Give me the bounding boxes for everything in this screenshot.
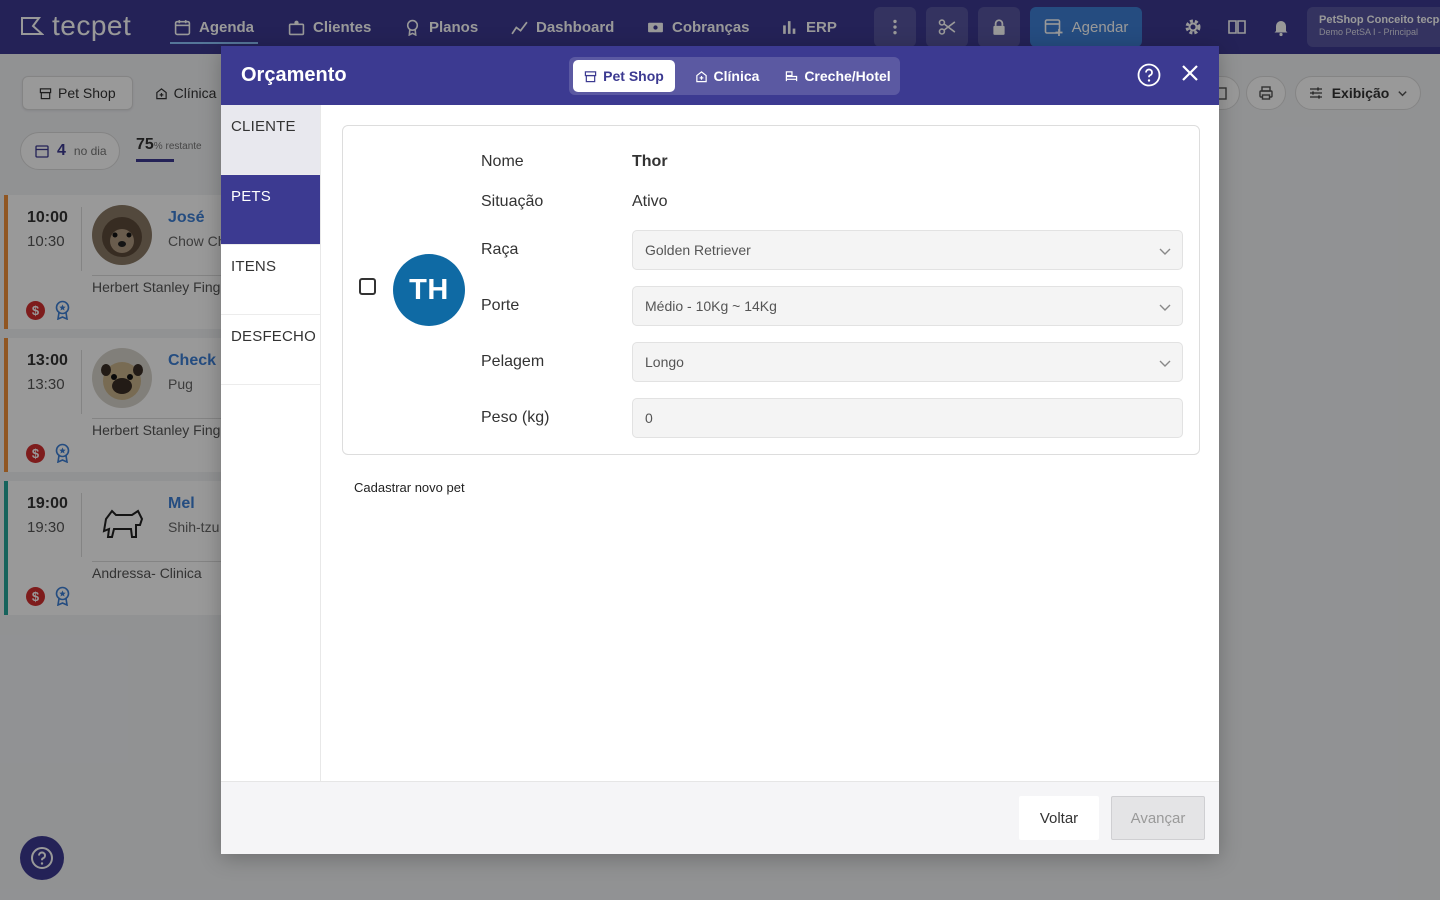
- situacao-value: Ativo: [632, 193, 668, 210]
- avancar-button[interactable]: Avançar: [1111, 796, 1205, 840]
- raca-label: Raça: [481, 241, 519, 258]
- hotel-bed-icon: [786, 70, 798, 81]
- pets-step-content: TH Nome Thor Situação Ativo Raça Golden …: [322, 105, 1219, 781]
- nome-value: Thor: [632, 153, 668, 170]
- peso-input[interactable]: 0: [632, 398, 1183, 438]
- service-segmented-control: Pet Shop Clínica Creche/Hotel: [569, 57, 900, 95]
- chevron-down-icon: [1159, 304, 1171, 311]
- modal-footer: Voltar Avançar: [221, 781, 1219, 854]
- store-icon: [584, 70, 597, 82]
- pelagem-label: Pelagem: [481, 353, 545, 370]
- pelagem-select[interactable]: Longo: [632, 342, 1183, 382]
- step-cliente[interactable]: CLIENTE: [221, 105, 320, 175]
- pet-select-checkbox[interactable]: [359, 278, 376, 295]
- pet-avatar: TH: [393, 254, 465, 326]
- wizard-steps: CLIENTE PETS ITENS DESFECHO: [221, 105, 321, 781]
- segment-pet-shop-label: Pet Shop: [603, 68, 664, 84]
- segment-clinica[interactable]: Clínica: [679, 60, 775, 92]
- situacao-label: Situação: [481, 193, 544, 210]
- peso-label: Peso (kg): [481, 409, 550, 426]
- voltar-button[interactable]: Voltar: [1019, 796, 1099, 840]
- close-icon[interactable]: [1181, 64, 1199, 82]
- step-desfecho[interactable]: DESFECHO: [221, 315, 320, 385]
- modal-header: Orçamento Pet Shop Clínica Creche/Hotel: [221, 46, 1219, 105]
- porte-selected-value: Médio - 10Kg ~ 14Kg: [645, 298, 777, 314]
- segment-clinica-label: Clínica: [713, 68, 760, 84]
- raca-select[interactable]: Golden Retriever: [632, 230, 1183, 270]
- new-pet-link[interactable]: Cadastrar novo pet: [354, 480, 465, 495]
- segment-creche-hotel-label: Creche/Hotel: [804, 68, 891, 84]
- porte-label: Porte: [481, 297, 520, 314]
- segment-pet-shop[interactable]: Pet Shop: [573, 60, 675, 92]
- raca-selected-value: Golden Retriever: [645, 242, 751, 258]
- step-pets[interactable]: PETS: [221, 175, 320, 245]
- porte-select[interactable]: Médio - 10Kg ~ 14Kg: [632, 286, 1183, 326]
- hospital-icon: [695, 70, 707, 82]
- nome-label: Nome: [481, 153, 524, 170]
- modal-title: Orçamento: [241, 64, 347, 86]
- step-itens[interactable]: ITENS: [221, 245, 320, 315]
- chevron-down-icon: [1159, 248, 1171, 255]
- help-circle-icon[interactable]: [1137, 63, 1161, 87]
- chevron-down-icon: [1159, 360, 1171, 367]
- orcamento-modal: Orçamento Pet Shop Clínica Creche/Hotel …: [221, 46, 1219, 854]
- segment-creche-hotel[interactable]: Creche/Hotel: [779, 60, 897, 92]
- pet-card: TH Nome Thor Situação Ativo Raça Golden …: [342, 125, 1200, 455]
- pelagem-selected-value: Longo: [645, 354, 684, 370]
